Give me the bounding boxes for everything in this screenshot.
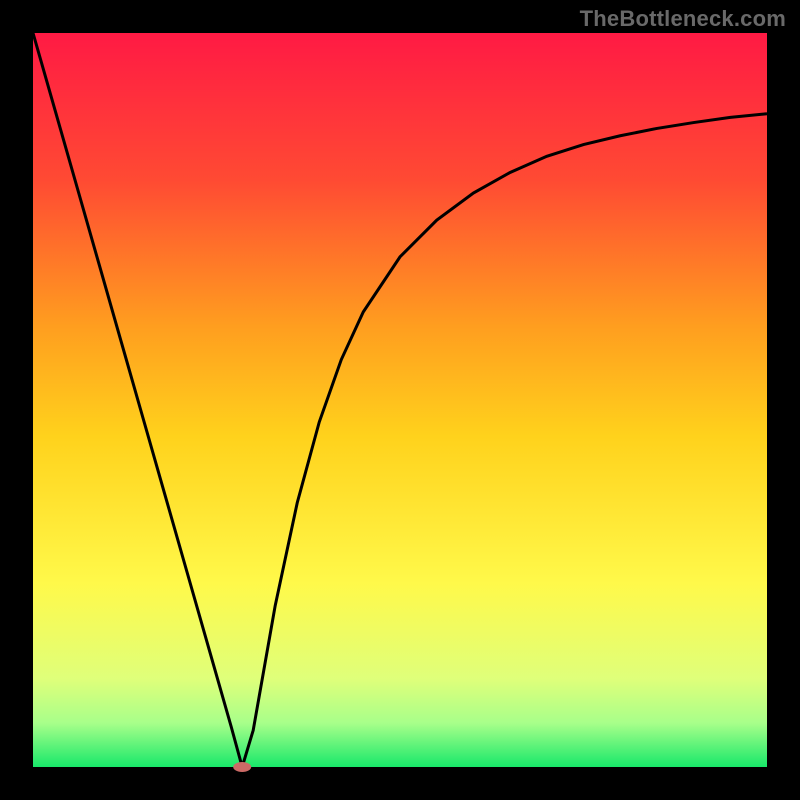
bottleneck-chart xyxy=(0,0,800,800)
plot-background xyxy=(33,33,767,767)
watermark-label: TheBottleneck.com xyxy=(580,6,786,32)
chart-container: TheBottleneck.com xyxy=(0,0,800,800)
optimal-point-marker xyxy=(233,762,251,772)
